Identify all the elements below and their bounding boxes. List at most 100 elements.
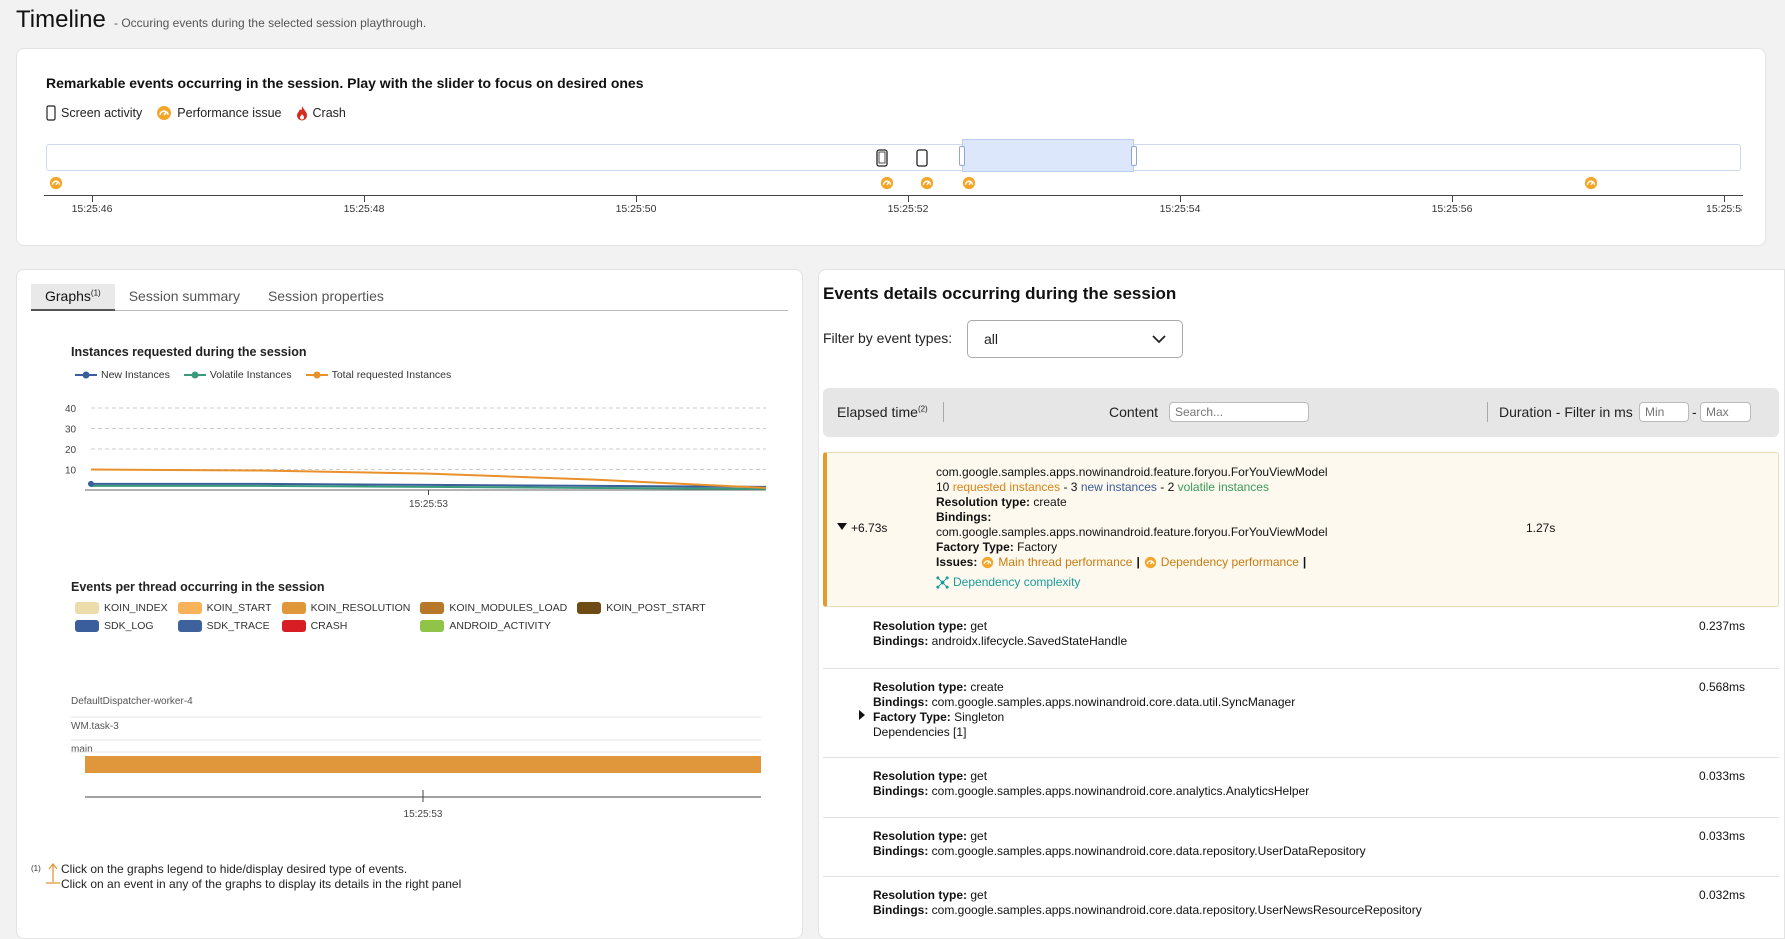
legend-label: Volatile Instances (209, 369, 292, 381)
legend-total-instances[interactable]: Total requested Instances (305, 369, 451, 381)
legend-sdk-trace[interactable]: SDK_TRACE (177, 620, 272, 632)
column-divider (1487, 402, 1488, 422)
field-value: com.google.samples.apps.nowinandroid.cor… (931, 695, 1296, 709)
series-swatch (420, 620, 445, 632)
event-duration: 0.033ms (1699, 769, 1746, 783)
series-swatch (177, 620, 202, 632)
event-content: Resolution type: get Bindings: com.googl… (873, 888, 1422, 918)
range-handle-left[interactable] (959, 146, 965, 166)
event-duration: 1.27s (1526, 521, 1556, 535)
event-row[interactable]: Resolution type: get Bindings: com.googl… (823, 818, 1779, 877)
timeline-tick-label: 15:25:46 (71, 203, 113, 215)
phone-icon[interactable] (915, 149, 929, 167)
legend-label: Performance issue (177, 106, 282, 120)
field-value: get (970, 829, 988, 843)
event-elapsed-time: +6.73s (851, 521, 888, 535)
performance-icon[interactable] (880, 176, 894, 190)
thread-event-bar[interactable] (85, 756, 761, 773)
phone-icon[interactable] (875, 149, 889, 167)
legend-koin-post-start[interactable]: KOIN_POST_START (577, 602, 706, 614)
timeline-tick-label: 15:25:56 (1431, 203, 1473, 215)
event-row[interactable]: Resolution type: get Bindings: com.googl… (823, 877, 1779, 937)
tab-session-properties[interactable]: Session properties (254, 284, 398, 311)
event-row-expanded[interactable]: +6.73s com.google.samples.apps.nowinandr… (823, 452, 1779, 607)
legend-performance-issue[interactable]: Performance issue (156, 105, 282, 121)
threads-bar-chart[interactable]: DefaultDispatcher-worker-4 WM.task-3 main 1… (61, 690, 781, 830)
threads-legend: KOIN_INDEX KOIN_START KOIN_RESOLUTION KO… (75, 602, 716, 632)
content-search-input[interactable] (1169, 402, 1309, 422)
legend-volatile-instances[interactable]: Volatile Instances (183, 369, 292, 381)
performance-icon (1144, 556, 1156, 569)
instances-legend: New Instances Volatile Instances Total r… (75, 369, 451, 381)
performance-icon (157, 106, 172, 120)
caret-right-icon[interactable] (859, 710, 865, 720)
field-label: Resolution type: (873, 829, 968, 843)
graphs-panel: Graphs(1) Session summary Session proper… (16, 269, 803, 939)
performance-icon[interactable] (962, 176, 976, 190)
field-label: Resolution type: (873, 888, 968, 902)
issue-main-thread[interactable]: Main thread performance (998, 555, 1132, 570)
footnote-text: Click on the graphs legend to hide/displ… (61, 862, 461, 892)
events-panel: Events details occurring during the sess… (818, 269, 1785, 939)
event-duration: 0.033ms (1699, 829, 1746, 843)
legend-koin-index[interactable]: KOIN_INDEX (75, 602, 168, 614)
event-content: Resolution type: create Bindings: com.go… (873, 680, 1295, 740)
range-handle-right[interactable] (1131, 146, 1137, 166)
duration-min-input[interactable] (1639, 402, 1689, 422)
series-swatch (281, 602, 306, 614)
performance-icon[interactable] (920, 176, 934, 190)
legend-crash[interactable]: CRASH (281, 620, 411, 632)
issue-dependency-complexity[interactable]: Dependency complexity (953, 575, 1080, 590)
event-content: Resolution type: get Bindings: com.googl… (873, 829, 1366, 859)
event-row[interactable]: Resolution type: get Bindings: com.googl… (823, 758, 1779, 818)
timeline-range-window[interactable] (959, 139, 1137, 172)
separator: - (1063, 480, 1068, 494)
event-duration: 0.237ms (1699, 619, 1746, 633)
duration-max-input[interactable] (1700, 402, 1751, 422)
field-value: com.google.samples.apps.nowinandroid.cor… (931, 844, 1366, 858)
x-tick-label: 15:25:53 (409, 499, 448, 510)
event-type-select[interactable]: all (967, 320, 1183, 358)
field-label: Resolution type: (936, 495, 1031, 509)
tab-graphs[interactable]: Graphs(1) (31, 284, 115, 311)
tab-session-summary[interactable]: Session summary (115, 284, 254, 311)
timeline-tick (1724, 196, 1725, 202)
events-table-header: Elapsed time(2) Content Duration - Filte… (823, 388, 1779, 437)
legend-label: New Instances (101, 369, 170, 381)
column-elapsed-time[interactable]: Elapsed time(2) (837, 404, 928, 420)
timeline-tick-label: 15:25:52 (887, 203, 929, 215)
timeline-tick (92, 196, 93, 202)
footnote-line: Click on an event in any of the graphs t… (61, 877, 462, 891)
arrow-up-icon (46, 862, 60, 884)
legend-koin-modules-load[interactable]: KOIN_MODULES_LOAD (420, 602, 567, 614)
field-value: create (970, 680, 1004, 694)
field-value: get (970, 769, 988, 783)
legend-label: KOIN_START (206, 602, 272, 614)
timeline-track[interactable] (46, 144, 1741, 171)
requested-count: 10 (936, 480, 950, 494)
event-dependencies[interactable]: Dependencies [1] (873, 725, 1295, 740)
legend-label: KOIN_RESOLUTION (310, 602, 411, 614)
field-label: Resolution type: (873, 680, 968, 694)
footnote-marker: (1) (31, 864, 41, 873)
performance-icon (982, 556, 994, 569)
series-swatch (577, 602, 602, 614)
thread-label: WM.task-3 (71, 721, 119, 732)
issue-dependency-performance[interactable]: Dependency performance (1161, 555, 1299, 570)
legend-koin-start[interactable]: KOIN_START (177, 602, 272, 614)
tab-label: Session summary (128, 288, 240, 304)
timeline-legend: Screen activity Performance issue Crash (46, 105, 346, 121)
performance-icon[interactable] (1584, 176, 1598, 190)
legend-sdk-log[interactable]: SDK_LOG (75, 620, 168, 632)
legend-new-instances[interactable]: New Instances (75, 369, 170, 381)
instances-line-chart[interactable]: 10 20 30 40 15:25:53 (61, 400, 781, 510)
field-value: get (970, 619, 988, 633)
legend-koin-resolution[interactable]: KOIN_RESOLUTION (281, 602, 411, 614)
legend-android-activity[interactable]: ANDROID_ACTIVITY (420, 620, 567, 632)
event-row[interactable]: Resolution type: get Bindings: androidx.… (823, 609, 1779, 669)
caret-down-icon[interactable] (837, 523, 847, 531)
performance-icon[interactable] (49, 176, 63, 190)
legend-crash[interactable]: Crash (296, 105, 346, 121)
legend-screen-activity[interactable]: Screen activity (46, 105, 142, 121)
event-row[interactable]: Resolution type: create Bindings: com.go… (823, 669, 1779, 758)
